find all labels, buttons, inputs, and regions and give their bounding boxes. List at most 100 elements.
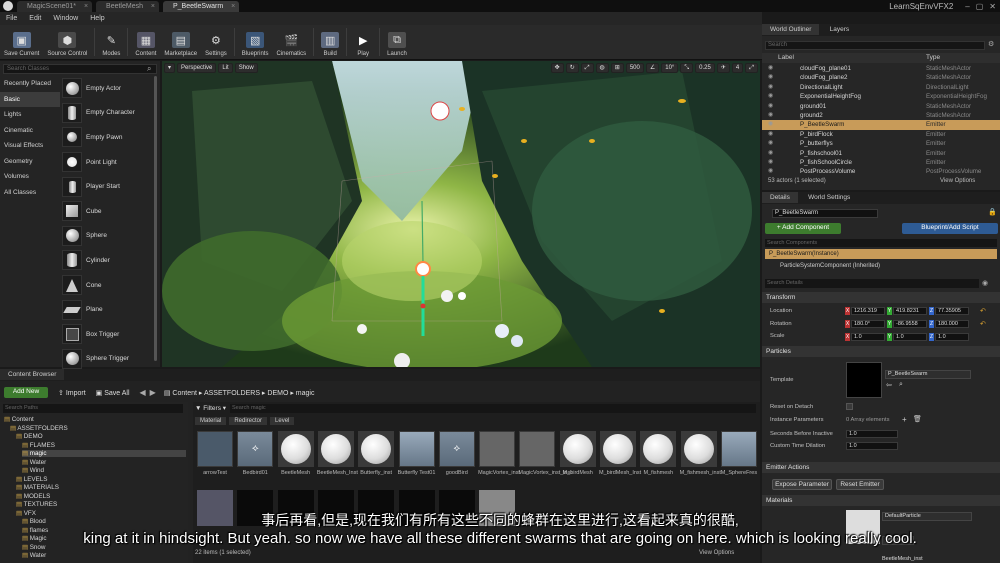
view-options-button[interactable]: View Options [699,550,734,556]
category-geometry[interactable]: Geometry [0,154,60,170]
scale-snap-icon[interactable]: ⤡ [680,63,694,73]
outliner-row[interactable]: ◉ ground2 StaticMeshActor [762,111,1000,120]
search-assets-input[interactable]: Search magic [230,404,756,413]
asset-tile[interactable]: BeetleMesh [277,431,315,476]
place-empty-pawn[interactable]: Empty Pawn [62,125,154,150]
minimize-icon[interactable]: – [965,2,969,11]
rotation-snap-value[interactable]: 10° [661,63,679,73]
scale-y-field[interactable]: 1.0 [893,333,927,341]
filters-button[interactable]: ▼ Filters ▾ [195,404,226,412]
level-viewport[interactable]: ▾ Perspective Lit Show ✥ ↻ ⤢ ◍ ⊞ 500 ∠ 1… [162,61,760,367]
asset-tile[interactable]: M_birdMesh [559,431,597,476]
tab-p-beetleswarm[interactable]: P_BeetleSwarm × [163,1,240,12]
maximize-viewport-icon[interactable]: ⤢ [745,63,758,73]
menu-file[interactable]: File [6,15,17,22]
reset-arrow-icon[interactable]: ↶ [980,320,986,328]
outliner-row[interactable]: ◉ cloudFog_plane01 StaticMeshActor [762,64,1000,73]
place-cone[interactable]: Cone [62,273,154,298]
filter-level[interactable]: Level [270,417,295,425]
column-type[interactable]: Type [926,54,940,61]
folder-water[interactable]: ▤ Water [22,552,186,559]
folder-demo[interactable]: ▤ DEMO [16,433,186,440]
back-arrow-icon[interactable]: ◀ [140,388,146,397]
eye-icon[interactable]: ◉ [768,139,773,148]
transform-section[interactable]: Transform [762,292,1000,303]
folder-water[interactable]: ▤ Water [22,459,186,466]
asset-tile[interactable]: MagicVortex_inst_inst [518,431,572,476]
outliner-row[interactable]: ◉ P_birdFlock Emitter [762,130,1000,139]
play-button[interactable]: ▶ Play [350,24,376,59]
place-sphere-trigger[interactable]: Sphere Trigger [62,347,154,372]
outliner-row[interactable]: ◉ P_butterflys Emitter [762,139,1000,148]
launch-button[interactable]: ⧉ Launch [383,24,411,59]
place-point-light[interactable]: Point Light [62,150,154,175]
location-z-field[interactable]: 77.35905 [935,307,969,315]
outliner-row[interactable]: ◉ P_fishSchoolCircle Emitter [762,158,1000,167]
cinematics-button[interactable]: 🎬 Cinematics [272,24,310,59]
viewport-options-button[interactable]: ▾ [164,63,176,73]
tab-content-browser[interactable]: Content Browser [0,369,65,380]
grid-snap-value[interactable]: 500 [625,63,644,73]
menu-help[interactable]: Help [90,15,104,22]
blueprints-button[interactable]: ▧ Blueprints [238,24,273,59]
column-label[interactable]: Label [778,54,794,61]
eye-icon[interactable]: ◉ [768,92,773,101]
asset-tile[interactable]: M_fishmesh [639,431,677,476]
scale-label[interactable]: Scale [770,333,785,339]
materials-section[interactable]: Materials [762,495,1000,506]
eye-icon[interactable]: ◉ [768,83,773,92]
outliner-search-input[interactable]: Search [765,41,985,50]
particles-section[interactable]: Particles [762,346,1000,357]
template-dropdown[interactable]: P_BeetleSwarm [885,370,971,379]
breadcrumb-content[interactable]: Content [172,390,197,397]
marketplace-button[interactable]: ▤ Marketplace [160,24,201,59]
category-basic[interactable]: Basic [0,91,60,107]
location-x-field[interactable]: 1216.319 [851,307,885,315]
expose-parameter-button[interactable]: Expose Parameter [772,479,832,490]
category-cinematic[interactable]: Cinematic [0,123,60,139]
place-cube[interactable]: Cube [62,199,154,224]
place-box-trigger[interactable]: Box Trigger [62,322,154,347]
tab-world-outliner[interactable]: World Outliner [762,24,820,35]
location-label[interactable]: Location [770,308,792,314]
reset-arrow-icon[interactable]: ↶ [980,307,986,315]
place-sphere[interactable]: Sphere [62,224,154,249]
use-selected-arrow-icon[interactable]: ⇦ [886,381,892,389]
rotation-label[interactable]: Rotation [770,321,792,327]
category-volumes[interactable]: Volumes [0,169,60,185]
asset-tile[interactable]: ⟡ Bedbird01 [236,431,274,476]
eye-icon[interactable]: ◉ [768,158,773,167]
emitter-actions-section[interactable]: Emitter Actions [762,462,1000,473]
forward-arrow-icon[interactable]: ▶ [150,388,156,397]
outliner-row[interactable]: ◉ ground01 StaticMeshActor [762,102,1000,111]
browse-search-icon[interactable]: ⌕ [899,381,903,389]
outliner-row[interactable]: ◉ P_fishschool01 Emitter [762,149,1000,158]
folder-content[interactable]: ▤ Content [4,416,186,423]
close-window-icon[interactable]: ✕ [989,2,996,11]
translate-tool-icon[interactable]: ✥ [550,63,564,73]
eye-icon[interactable]: ◉ [768,64,773,73]
custom-time-dilation-field[interactable]: 1.0 [846,442,898,450]
search-details-input[interactable]: Search Details [765,279,979,288]
search-components-input[interactable]: Search Components [765,239,997,247]
menu-window[interactable]: Window [53,15,78,22]
eye-icon[interactable]: ◉ [768,130,773,139]
folder-levels[interactable]: ▤ LEVELS [16,476,186,483]
asset-tile[interactable]: Butterfly_inst [357,431,395,476]
rotation-snap-icon[interactable]: ∠ [645,63,660,73]
add-component-button[interactable]: + Add Component [765,223,841,234]
scale-tool-icon[interactable]: ⤢ [580,63,594,73]
build-button[interactable]: ▥ Build [317,24,343,59]
breadcrumb-demo[interactable]: DEMO [267,390,288,397]
settings-gear-icon[interactable]: ⚙ [988,40,994,48]
menu-edit[interactable]: Edit [29,15,41,22]
template-thumbnail[interactable] [846,362,882,398]
seconds-before-inactive-field[interactable]: 1.0 [846,430,898,438]
outliner-row[interactable]: ◉ ExponentialHeightFog ExponentialHeightFo… [762,92,1000,101]
material-slot-2[interactable]: BeetleMesh_inst [882,556,972,563]
reset-on-detach-checkbox[interactable] [846,403,853,410]
content-button[interactable]: ▦ Content [131,24,160,59]
actor-name-field[interactable]: P_BeetleSwarm [772,209,878,218]
eye-icon[interactable]: ◉ [982,279,988,287]
blueprint-add-script-button[interactable]: Blueprint/Add Script [902,223,998,234]
